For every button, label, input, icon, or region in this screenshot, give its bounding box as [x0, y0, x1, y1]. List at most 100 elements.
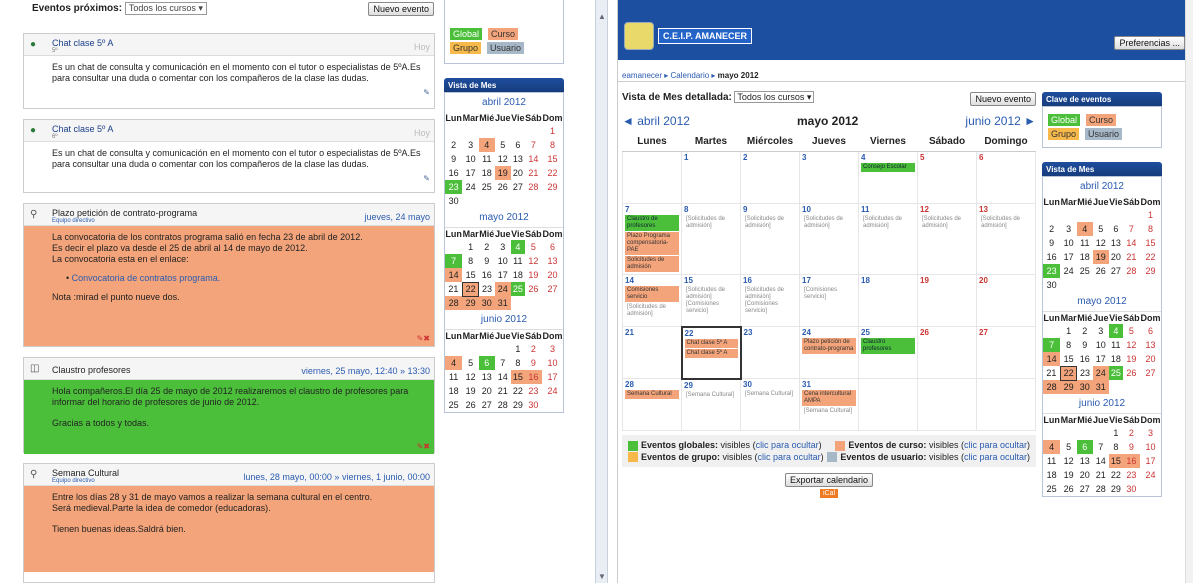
day-cell[interactable]: 23 — [740, 326, 800, 379]
day-cell[interactable]: 1 — [681, 151, 741, 204]
day-cell-today[interactable]: 22 Chat clase 5º A Chat clase 5º A — [680, 325, 742, 380]
right-scrollbar[interactable] — [1185, 0, 1193, 583]
event-title[interactable]: Semana Cultural — [52, 468, 119, 478]
month-calendar: Lunes Martes Miércoles Jueves Viernes Sá… — [622, 132, 1036, 431]
day-cell[interactable]: 16 [Solicitudes de admisión] [Comisiones … — [740, 274, 800, 327]
day-cell[interactable]: 27 — [976, 326, 1036, 379]
breadcrumb-home[interactable]: eamanecer — [622, 71, 662, 80]
day-cell[interactable]: 14 Comisiones servicio [Solicitudes de adm… — [622, 274, 682, 327]
day-cell[interactable]: 28 Semana Cultural — [622, 378, 682, 431]
day-cell[interactable]: 26 — [917, 326, 977, 379]
contract-link[interactable]: Convocatoria de contratos programa. — [72, 273, 221, 283]
legend-grupo[interactable]: Grupo — [1048, 128, 1080, 140]
legend-global[interactable]: Global — [1048, 114, 1081, 126]
day-cell[interactable]: 24 Plazo petición de contrato-programa — [799, 326, 859, 379]
detail-course-select[interactable]: Todos los cursos ▾ — [734, 91, 815, 103]
day-cell[interactable]: 30 [Semana Cultural] — [740, 378, 800, 431]
day-cell[interactable]: 2 — [740, 151, 800, 204]
event-text: Entre los días 28 y 31 de mayo vamos a r… — [52, 492, 373, 502]
day-cell[interactable]: 15 [Solicitudes de admisión] [Comisiones … — [681, 274, 741, 327]
day-cell[interactable]: 6 — [976, 151, 1036, 204]
window-scrollbar[interactable]: ▲ ▼ — [595, 0, 608, 583]
next-month-link[interactable]: junio 2012 ► — [965, 114, 1036, 128]
month-view-title: Vista de Mes — [444, 78, 564, 92]
delete-icon[interactable]: ✎✖ — [417, 442, 430, 451]
key-curso-label: Eventos de curso: — [848, 440, 927, 450]
breadcrumb-calendar[interactable]: Calendario — [671, 71, 710, 80]
day-cell[interactable]: 7 Claustro de profesores Plazo Programa co… — [622, 203, 682, 275]
calendar-event[interactable]: Claustro de profesores — [625, 215, 679, 231]
mini-month-title[interactable]: junio 2012 — [1043, 394, 1161, 413]
event-title[interactable]: Chat clase 5º A — [52, 124, 113, 134]
event-title[interactable]: Claustro profesores — [52, 365, 131, 375]
day-cell[interactable]: 29 [Semana Cultural] — [681, 378, 741, 431]
event-date[interactable]: jueves, 24 mayo — [364, 212, 430, 222]
day-cell[interactable]: 21 — [622, 326, 682, 379]
toggle-grupo-link[interactable]: clic para ocultar — [758, 452, 821, 462]
legend-curso[interactable]: Curso — [488, 28, 519, 40]
day-cell[interactable]: 19 — [917, 274, 977, 327]
mini-month-title[interactable]: junio 2012 — [445, 310, 563, 329]
calendar-event[interactable]: Cena intercultural AMPA — [802, 390, 856, 406]
day-cell[interactable]: 12 [Solicitudes de admisión] — [917, 203, 977, 275]
day-cell[interactable]: 18 — [858, 274, 918, 327]
mini-month-title[interactable]: abril 2012 — [445, 93, 563, 112]
toggle-usuario-link[interactable]: clic para ocultar — [964, 452, 1027, 462]
day-cell[interactable]: 13 [Solicitudes de admisión] — [976, 203, 1036, 275]
event-body: Es un chat de consulta y comunicación en… — [24, 56, 434, 88]
event-title[interactable]: Chat clase 5º A — [52, 38, 113, 48]
new-event-button[interactable]: Nuevo evento — [368, 2, 434, 16]
site-title[interactable]: C.E.I.P. AMANECER — [658, 28, 753, 44]
legend-usuario[interactable]: Usuario — [1085, 128, 1123, 140]
calendar-event[interactable]: Plazo petición de contrato-programa — [802, 338, 856, 354]
event-subtitle: 6º — [52, 134, 58, 140]
events-header-label: Eventos próximos: — [32, 3, 123, 14]
pin-icon: ⚲ — [30, 209, 38, 220]
day-cell[interactable]: 3 — [799, 151, 859, 204]
day-cell[interactable]: 20 — [976, 274, 1036, 327]
mini-month-title[interactable]: abril 2012 — [1043, 177, 1161, 196]
calendar-event[interactable]: Semana Cultural — [625, 390, 679, 399]
toggle-curso-link[interactable]: clic para ocultar — [964, 440, 1027, 450]
event-date[interactable]: lunes, 28 mayo, 00:00 » viernes, 1 junio… — [243, 472, 430, 482]
mini-month-title[interactable]: mayo 2012 — [1043, 292, 1161, 311]
course-select[interactable]: Todos los cursos ▾ — [124, 2, 207, 15]
day-cell[interactable]: 9 [Solicitudes de admisión] — [740, 203, 800, 275]
day-cell[interactable]: 8 [Solicitudes de admisión] — [681, 203, 741, 275]
month-view-block: abril 2012 Lun Mar Mié Jue Vie Sáb Dom 1 23456… — [444, 92, 564, 413]
day-cell[interactable]: 11 [Solicitudes de admisión] — [858, 203, 918, 275]
scroll-down-icon[interactable]: ▼ — [598, 572, 606, 581]
new-event-button[interactable]: Nuevo evento — [970, 92, 1036, 106]
calendar-event[interactable]: Solicitudes de admisión — [625, 256, 679, 272]
legend-curso[interactable]: Curso — [1086, 114, 1117, 126]
day-cell[interactable]: 31 Cena intercultural AMPA [Semana Cultura… — [799, 378, 859, 431]
event-date[interactable]: viernes, 25 mayo, 12:40 » 13:30 — [301, 366, 430, 376]
calendar-event[interactable]: Plazo Programa compensatoria-PAE — [625, 232, 679, 255]
left-pane: Eventos próximos: Todos los cursos ▾ Nue… — [0, 0, 595, 583]
day-cell[interactable]: 17 [Comisiones servicio] — [799, 274, 859, 327]
calendar-event[interactable]: Comisiones servicio — [625, 286, 679, 302]
day-cell[interactable]: 25 Claustro profesores — [858, 326, 918, 379]
legend-usuario[interactable]: Usuario — [487, 42, 525, 54]
delete-icon[interactable]: ✎✖ — [417, 334, 430, 343]
calendar-event[interactable]: Claustro profesores — [861, 338, 915, 354]
export-calendar-button[interactable]: Exportar calendario — [784, 473, 874, 488]
day-cell[interactable]: 10 [Solicitudes de admisión] — [799, 203, 859, 275]
prev-month-link[interactable]: ◄ abril 2012 — [622, 114, 690, 128]
ical-button[interactable]: iCal — [819, 489, 839, 499]
preferences-button[interactable]: Preferencias ... — [1114, 36, 1185, 50]
edit-icon[interactable]: ✎ — [423, 88, 430, 97]
event-title[interactable]: Plazo petición de contrato-programa — [52, 208, 197, 218]
mini-month-title[interactable]: mayo 2012 — [445, 208, 563, 227]
calendar-event[interactable]: Chat clase 5º A — [684, 348, 738, 358]
calendar-event[interactable]: Consejo Escolar — [861, 163, 915, 172]
scroll-up-icon[interactable]: ▲ — [598, 12, 606, 21]
legend-global[interactable]: Global — [450, 28, 483, 40]
edit-icon[interactable]: ✎ — [423, 174, 430, 183]
toggle-global-link[interactable]: clic para ocultar — [756, 440, 819, 450]
event-text: Tienen buenas ideas.Saldrá bien. — [52, 524, 186, 534]
calendar-event[interactable]: Chat clase 5º A — [684, 338, 738, 348]
day-cell[interactable]: 4 Consejo Escolar — [858, 151, 918, 204]
day-cell[interactable]: 5 — [917, 151, 977, 204]
legend-grupo[interactable]: Grupo — [450, 42, 482, 54]
